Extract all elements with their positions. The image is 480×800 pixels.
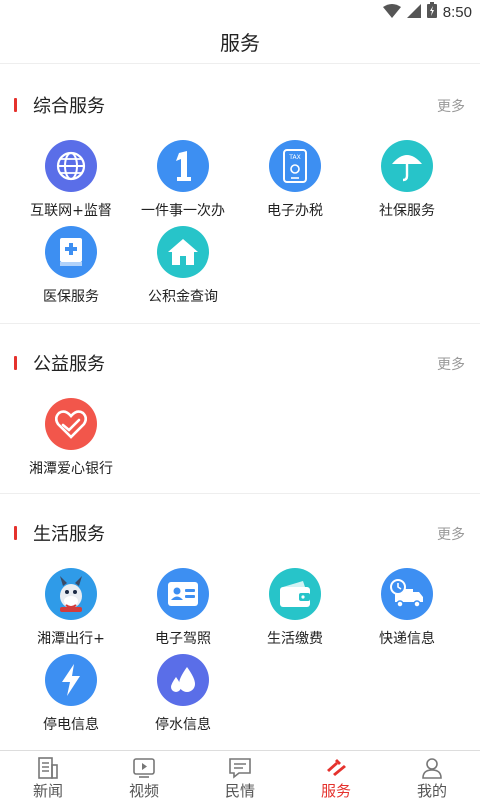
service-social-security[interactable]: 社保服务 (351, 140, 463, 224)
section-title: 综合服务 (33, 96, 105, 117)
section-header: 综合服务 更多 (0, 90, 480, 120)
tab-profile[interactable]: 我的 (384, 751, 480, 800)
tab-label: 民情 (224, 782, 255, 800)
service-power-outage-info[interactable]: 停电信息 (15, 654, 127, 738)
service-label: 快递信息 (379, 631, 435, 647)
service-express-info[interactable]: 快递信息 (351, 568, 463, 652)
service-e-tax[interactable]: TAX 电子办税 (239, 140, 351, 224)
section-accent-bar (14, 526, 17, 540)
tab-video[interactable]: 视频 (96, 751, 192, 800)
section-title: 公益服务 (33, 354, 105, 375)
house-icon (157, 226, 209, 278)
status-bar: 8:50 (0, 0, 480, 24)
more-link[interactable]: 更多 (437, 96, 465, 116)
tab-label: 我的 (416, 782, 447, 800)
lightning-icon (45, 654, 97, 706)
service-utility-payment[interactable]: 生活缴费 (239, 568, 351, 652)
section-general-services: 综合服务 更多 互联网+监督 一件事一次办 TAX 电子办税 社保服务 医保服务 (0, 90, 480, 324)
water-drops-icon (157, 654, 209, 706)
service-label: 社保服务 (379, 203, 435, 219)
service-housing-fund[interactable]: 公积金查询 (127, 226, 239, 310)
wallet-icon (269, 568, 321, 620)
video-icon (132, 756, 156, 780)
section-title: 生活服务 (33, 524, 105, 545)
section-public-welfare: 公益服务 更多 湘潭爱心银行 (0, 348, 480, 492)
service-e-driving-license[interactable]: 电子驾照 (127, 568, 239, 652)
service-label: 停水信息 (155, 717, 211, 733)
umbrella-icon (381, 140, 433, 192)
section-divider (0, 323, 480, 324)
service-label: 互联网+监督 (30, 203, 112, 219)
profile-icon (420, 756, 444, 780)
service-internet-supervision[interactable]: 互联网+监督 (15, 140, 127, 224)
service-label: 湘潭出行+ (37, 631, 105, 647)
tab-label: 视频 (128, 782, 159, 800)
delivery-truck-icon (381, 568, 433, 620)
service-label: 生活缴费 (267, 631, 323, 647)
tax-phone-icon: TAX (269, 140, 321, 192)
service-label: 公积金查询 (148, 289, 218, 305)
service-label: 医保服务 (43, 289, 99, 305)
news-icon (36, 756, 60, 780)
service-label: 停电信息 (43, 717, 99, 733)
tab-news[interactable]: 新闻 (0, 751, 96, 800)
section-divider (0, 493, 480, 494)
wifi-icon (382, 3, 401, 22)
service-icon (324, 756, 348, 780)
title-bar: 服务 (0, 24, 480, 64)
more-link[interactable]: 更多 (437, 524, 465, 544)
status-time: 8:50 (442, 3, 472, 21)
service-label: 电子办税 (267, 203, 323, 219)
tab-public-opinion[interactable]: 民情 (192, 751, 288, 800)
heart-hand-icon (45, 398, 97, 450)
battery-icon (426, 2, 437, 22)
section-header: 公益服务 更多 (0, 348, 480, 378)
tab-label: 新闻 (32, 782, 63, 800)
service-xiangtan-travel[interactable]: 湘潭出行+ (15, 568, 127, 652)
section-header: 生活服务 更多 (0, 518, 480, 548)
donkey-mascot-icon (45, 568, 97, 620)
svg-text:TAX: TAX (288, 154, 300, 161)
service-love-bank[interactable]: 湘潭爱心银行 (15, 398, 127, 482)
section-life-services: 生活服务 更多 湘潭出行+ 电子驾照 生活缴费 快递信息 停电信息 停水信息 (0, 518, 480, 748)
bottom-tab-bar: 新闻 视频 民情 服务 我的 (0, 750, 480, 800)
status-right: 8:50 (382, 2, 472, 22)
number-one-icon (157, 140, 209, 192)
service-one-thing-once[interactable]: 一件事一次办 (127, 140, 239, 224)
id-card-icon (157, 568, 209, 620)
service-label: 湘潭爱心银行 (29, 461, 113, 477)
service-water-outage-info[interactable]: 停水信息 (127, 654, 239, 738)
medical-book-icon (45, 226, 97, 278)
section-accent-bar (14, 356, 17, 370)
page-title: 服务 (220, 31, 260, 55)
service-medical-insurance[interactable]: 医保服务 (15, 226, 127, 310)
service-label: 一件事一次办 (141, 203, 225, 219)
more-link[interactable]: 更多 (437, 354, 465, 374)
message-icon (228, 756, 252, 780)
tab-label: 服务 (320, 782, 351, 800)
service-label: 电子驾照 (155, 631, 211, 647)
section-accent-bar (14, 98, 17, 112)
globe-icon (45, 140, 97, 192)
tab-services[interactable]: 服务 (288, 751, 384, 800)
signal-icon (406, 3, 421, 22)
